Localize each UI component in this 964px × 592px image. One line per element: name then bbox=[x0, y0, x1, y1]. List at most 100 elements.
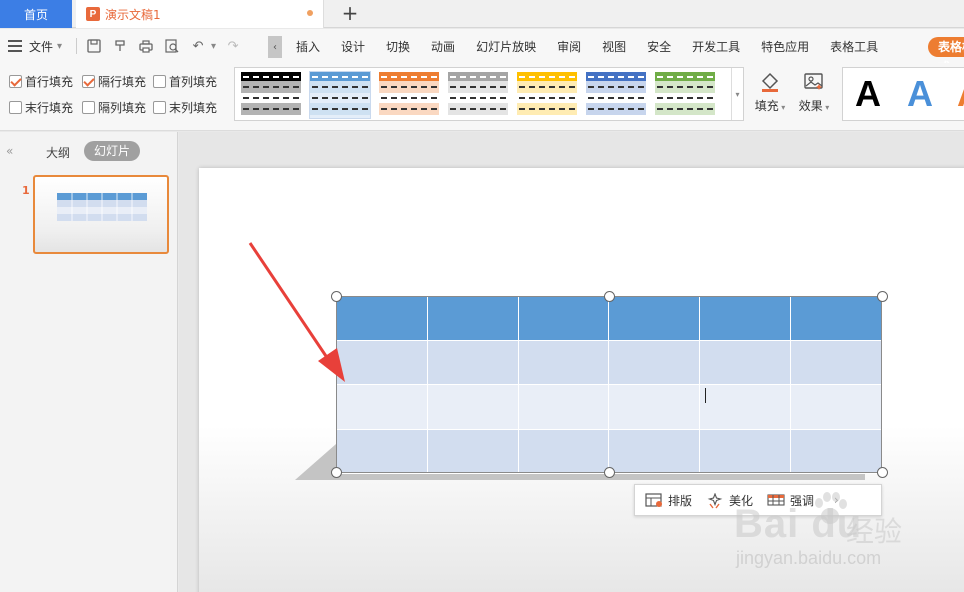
table-cell[interactable] bbox=[426, 429, 519, 474]
menu-insert[interactable]: 插入 bbox=[296, 38, 320, 55]
menu-view[interactable]: 视图 bbox=[602, 38, 626, 55]
chevron-down-icon[interactable]: ▾ bbox=[57, 41, 62, 52]
table-style-option[interactable] bbox=[517, 72, 577, 118]
undo-icon[interactable]: ↶ bbox=[190, 38, 206, 54]
table-cell[interactable] bbox=[699, 340, 792, 385]
menu-animation[interactable]: 动画 bbox=[431, 38, 455, 55]
table-cell[interactable] bbox=[517, 429, 610, 474]
table-style-option[interactable] bbox=[241, 72, 301, 118]
resize-handle-top[interactable] bbox=[604, 291, 615, 302]
slide-table[interactable] bbox=[336, 296, 882, 474]
last-row-fill-checkbox[interactable]: 末行填充 bbox=[9, 99, 73, 116]
wordart-style-orange[interactable]: A bbox=[957, 74, 964, 114]
unsaved-dot-icon bbox=[307, 10, 313, 16]
menu-review[interactable]: 审阅 bbox=[557, 38, 581, 55]
menu-items: 插入 设计 切换 动画 幻灯片放映 审阅 视图 安全 开发工具 特色应用 表格工… bbox=[296, 29, 899, 63]
table-cell[interactable] bbox=[336, 384, 428, 430]
table-cell[interactable] bbox=[699, 296, 792, 341]
tab-slides[interactable]: 幻灯片 bbox=[84, 141, 140, 161]
menu-security[interactable]: 安全 bbox=[647, 38, 671, 55]
gallery-more-icon[interactable]: ▾ bbox=[731, 68, 743, 120]
effect-label: 效果 ▾ bbox=[798, 99, 830, 113]
table-cell[interactable] bbox=[790, 429, 882, 474]
style-dash-line bbox=[588, 97, 644, 99]
table-cell[interactable] bbox=[426, 340, 519, 385]
table-cell[interactable] bbox=[699, 429, 792, 474]
table-style-option[interactable] bbox=[586, 72, 646, 118]
table-cell[interactable] bbox=[790, 340, 882, 385]
slide-thumbnail[interactable] bbox=[33, 175, 169, 254]
checkbox-box[interactable] bbox=[153, 101, 166, 114]
document-title: 演示文稿1 bbox=[105, 7, 161, 22]
fill-button[interactable]: 填充 ▾ bbox=[750, 69, 790, 121]
checkbox-box[interactable] bbox=[82, 75, 95, 88]
print-preview-icon[interactable] bbox=[164, 38, 180, 54]
menu-features[interactable]: 特色应用 bbox=[761, 38, 809, 55]
document-tab[interactable]: P 演示文稿1 bbox=[76, 0, 324, 28]
resize-handle-bottom-right[interactable] bbox=[877, 467, 888, 478]
tab-outline[interactable]: 大纲 bbox=[46, 144, 70, 161]
table-cell[interactable] bbox=[790, 384, 882, 430]
checkbox-box[interactable] bbox=[9, 75, 22, 88]
layout-button[interactable]: 排版 bbox=[645, 492, 692, 509]
table-style-option[interactable] bbox=[655, 72, 715, 118]
checkbox-label: 首行填充 bbox=[25, 75, 74, 89]
new-tab-button[interactable]: + bbox=[338, 2, 362, 26]
table-styles-gallery: ▾ bbox=[234, 67, 744, 121]
table-cell[interactable] bbox=[426, 384, 519, 430]
print-icon[interactable] bbox=[138, 38, 154, 54]
hamburger-menu-icon[interactable] bbox=[8, 40, 24, 52]
style-dash-line bbox=[519, 86, 575, 88]
effect-button[interactable]: 效果 ▾ bbox=[794, 69, 834, 121]
checkbox-box[interactable] bbox=[9, 101, 22, 114]
menu-slideshow[interactable]: 幻灯片放映 bbox=[476, 38, 536, 55]
undo-dropdown-icon[interactable]: ▾ bbox=[211, 41, 216, 52]
table-cell[interactable] bbox=[426, 296, 519, 341]
menu-table-tools[interactable]: 表格工具 bbox=[830, 38, 878, 55]
banded-columns-checkbox[interactable]: 隔列填充 bbox=[82, 99, 146, 116]
first-column-fill-checkbox[interactable]: 首列填充 bbox=[153, 73, 217, 90]
table-cell[interactable] bbox=[517, 384, 610, 430]
checkbox-box[interactable] bbox=[153, 75, 166, 88]
resize-handle-bottom-left[interactable] bbox=[331, 467, 342, 478]
table-style-option[interactable] bbox=[309, 71, 371, 119]
table-style-tab[interactable]: 表格样式 bbox=[928, 37, 964, 74]
resize-handle-top-right[interactable] bbox=[877, 291, 888, 302]
home-tab[interactable]: 首页 bbox=[0, 0, 72, 28]
style-dash-line bbox=[657, 97, 713, 99]
table-cell[interactable] bbox=[699, 384, 792, 430]
style-dash-line bbox=[243, 86, 299, 88]
table-style-option[interactable] bbox=[448, 72, 508, 118]
file-menu[interactable]: 文件 bbox=[29, 38, 53, 55]
checkbox-box[interactable] bbox=[82, 101, 95, 114]
table-cell[interactable] bbox=[608, 296, 701, 341]
style-dash-line bbox=[450, 97, 506, 99]
table-cell[interactable] bbox=[336, 429, 428, 474]
menu-design[interactable]: 设计 bbox=[341, 38, 365, 55]
format-painter-icon[interactable] bbox=[112, 38, 128, 54]
redo-icon[interactable]: ↷ bbox=[225, 38, 241, 54]
last-column-fill-checkbox[interactable]: 末列填充 bbox=[153, 99, 217, 116]
ribbon-toolbar: 首行填充 隔行填充 首列填充 末行填充 隔列填充 末列填充 ▾ 填充 ▾ 效果 … bbox=[0, 63, 964, 131]
resize-handle-bottom[interactable] bbox=[604, 467, 615, 478]
table-cell[interactable] bbox=[608, 384, 701, 430]
title-bar: 首页 P 演示文稿1 + bbox=[0, 0, 964, 28]
checkbox-label: 末列填充 bbox=[169, 101, 218, 115]
table-cell[interactable] bbox=[517, 296, 610, 341]
table-style-option[interactable] bbox=[379, 72, 439, 118]
menu-transition[interactable]: 切换 bbox=[386, 38, 410, 55]
banded-rows-checkbox[interactable]: 隔行填充 bbox=[82, 73, 146, 90]
table-cell[interactable] bbox=[608, 340, 701, 385]
checkbox-label: 末行填充 bbox=[25, 101, 74, 115]
collapse-panel-icon[interactable]: « bbox=[6, 144, 13, 158]
save-icon[interactable] bbox=[86, 38, 102, 54]
wordart-style-blue[interactable]: A bbox=[907, 74, 933, 114]
menu-scroll-left-button[interactable]: ‹ bbox=[268, 36, 282, 58]
table-cell[interactable] bbox=[790, 296, 882, 341]
table-cell[interactable] bbox=[608, 429, 701, 474]
table-cell[interactable] bbox=[517, 340, 610, 385]
menu-developer[interactable]: 开发工具 bbox=[692, 38, 740, 55]
wordart-style-black[interactable]: A bbox=[855, 74, 881, 114]
baidu-watermark: Bai du 经验 jingyan.baidu.com bbox=[706, 484, 926, 574]
first-row-fill-checkbox[interactable]: 首行填充 bbox=[9, 73, 73, 90]
